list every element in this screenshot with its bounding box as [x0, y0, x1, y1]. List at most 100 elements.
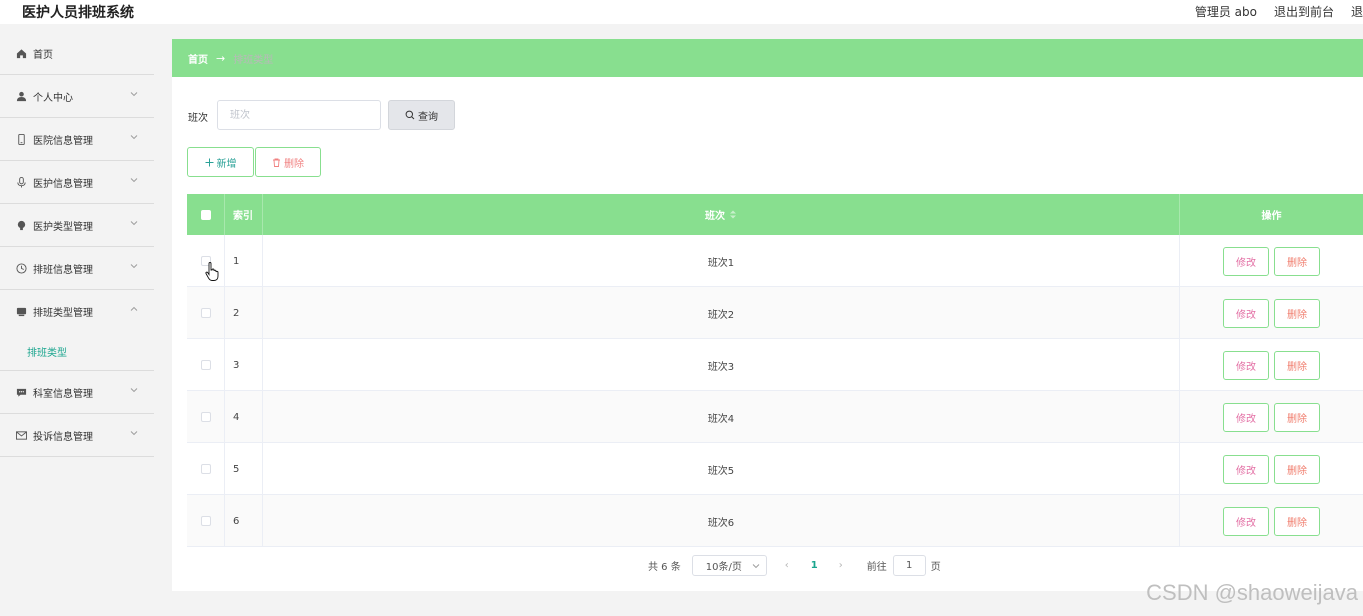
sidebar-item-department-info[interactable]: 科室信息管理 [0, 371, 154, 414]
sidebar-item-hospital-info[interactable]: 医院信息管理 [0, 118, 154, 161]
row-name: 班次4 [263, 391, 1180, 443]
header-index: 索引 [225, 194, 263, 235]
top-header: 医护人员排班系统 管理员 abo 退出到前台 退 [0, 0, 1363, 24]
row-actions: 修改 删除 [1180, 235, 1363, 287]
row-index: 1 [225, 235, 263, 287]
logout-link[interactable]: 退 [1351, 3, 1363, 20]
chevron-down-icon [130, 431, 138, 436]
breadcrumb-current: 排班类型 [233, 54, 274, 66]
delete-button[interactable]: 删除 [1274, 350, 1320, 380]
edit-button[interactable]: 修改 [1223, 350, 1269, 380]
row-name: 班次3 [263, 339, 1180, 391]
sidebar-item-label: 排班类型管理 [33, 308, 93, 319]
search-button-label: 查询 [418, 111, 438, 123]
next-page-button[interactable]: › [839, 560, 843, 571]
goto-label: 前往 [866, 562, 887, 573]
row-name: 班次1 [263, 235, 1180, 287]
plus-icon [205, 158, 213, 166]
delete-button[interactable]: 删除 [1274, 454, 1320, 484]
search-input[interactable] [217, 100, 381, 130]
row-index: 3 [225, 339, 263, 391]
exit-to-front-link[interactable]: 退出到前台 [1274, 3, 1334, 20]
breadcrumb-arrow: → [216, 51, 226, 65]
trash-icon [273, 158, 280, 167]
delete-button[interactable]: 删除 [1274, 402, 1320, 432]
row-checkbox[interactable] [200, 360, 211, 370]
sort-icon[interactable] [729, 210, 737, 219]
chevron-down-icon [752, 564, 760, 569]
chevron-down-icon [130, 221, 138, 226]
row-checkbox[interactable] [200, 308, 211, 318]
edit-button[interactable]: 修改 [1223, 454, 1269, 484]
clock-icon [15, 262, 27, 274]
chevron-down-icon [130, 264, 138, 269]
add-button[interactable]: 新增 [187, 147, 254, 177]
sidebar-item-complaint-info[interactable]: 投诉信息管理 [0, 414, 154, 457]
header-operation: 操作 [1261, 211, 1282, 222]
lightbulb-icon [15, 219, 27, 231]
goto-page-input[interactable] [892, 555, 926, 576]
prev-page-button[interactable]: ‹ [785, 560, 789, 571]
table-row: 4 班次4 修改 删除 [187, 391, 1363, 443]
table-row: 1 班次1 修改 删除 [187, 235, 1363, 287]
row-index: 5 [225, 443, 263, 495]
batch-delete-button[interactable]: 删除 [255, 147, 321, 177]
sidebar-item-label: 医护类型管理 [33, 221, 93, 233]
row-actions: 修改 删除 [1180, 443, 1363, 495]
phone-icon [15, 133, 27, 145]
row-name: 班次5 [263, 443, 1180, 495]
header-name-label: 班次 [705, 211, 725, 222]
batch-delete-button-label: 删除 [284, 158, 304, 170]
edit-button[interactable]: 修改 [1223, 402, 1269, 432]
pagination: 共 6 条 10条/页 ‹ 1 › 前往 页 [648, 555, 941, 576]
delete-button[interactable]: 删除 [1274, 246, 1320, 276]
table-row: 2 班次2 修改 删除 [187, 287, 1363, 339]
sidebar-item-schedule-type[interactable]: 排班类型管理 [0, 290, 154, 333]
pagination-total: 共 6 条 [648, 562, 681, 573]
row-checkbox[interactable] [200, 464, 211, 474]
user-icon [15, 90, 27, 102]
edit-button[interactable]: 修改 [1223, 298, 1269, 328]
search-button[interactable]: 查询 [388, 100, 455, 130]
microphone-icon [15, 176, 27, 188]
sidebar-item-medical-staff[interactable]: 医护信息管理 [0, 161, 154, 204]
row-name: 班次6 [263, 495, 1180, 547]
select-all-checkbox[interactable] [200, 209, 211, 220]
breadcrumb-home[interactable]: 首页 [188, 51, 208, 66]
admin-user-link[interactable]: 管理员 abo [1195, 3, 1257, 20]
edit-button[interactable]: 修改 [1223, 506, 1269, 536]
sidebar-item-label: 个人中心 [33, 92, 73, 104]
row-checkbox[interactable] [200, 412, 211, 422]
delete-button[interactable]: 删除 [1274, 506, 1320, 536]
breadcrumb: 首页 → 排班类型 [172, 39, 1363, 77]
page-number-current[interactable]: 1 [811, 560, 818, 571]
sidebar-item-label: 医院信息管理 [33, 135, 93, 147]
page-size-value: 10条/页 [705, 562, 742, 573]
header-name[interactable]: 班次 [263, 194, 1180, 235]
watermark: CSDN @shaoweijava [1146, 580, 1358, 605]
monitor-icon [15, 306, 27, 318]
edit-button[interactable]: 修改 [1223, 246, 1269, 276]
row-actions: 修改 删除 [1180, 287, 1363, 339]
app-title: 医护人员排班系统 [22, 5, 134, 21]
row-index: 6 [225, 495, 263, 547]
sidebar-item-medical-type[interactable]: 医护类型管理 [0, 204, 154, 247]
home-icon [15, 47, 27, 59]
main-content: 首页 → 排班类型 班次 查询 新增 删除 索引 班次 操作 1 [172, 39, 1363, 591]
sidebar-item-schedule-info[interactable]: 排班信息管理 [0, 247, 154, 290]
delete-button[interactable]: 删除 [1274, 298, 1320, 328]
chevron-down-icon [130, 178, 138, 183]
hand-cursor-icon [205, 262, 219, 281]
page-size-select[interactable]: 10条/页 [691, 555, 767, 576]
schedule-type-table: 索引 班次 操作 1 班次1 修改 删除 2 班次2 修改 删除 3 班次3 修… [187, 194, 1363, 547]
sidebar: 首页 个人中心 医院信息管理 医护信息管理 医护类型管理 排班信息管理 排班类型… [0, 32, 154, 616]
row-checkbox-cell [187, 339, 225, 391]
row-checkbox[interactable] [200, 516, 211, 526]
sidebar-item-label: 首页 [33, 49, 53, 61]
sidebar-item-label: 排班信息管理 [33, 264, 93, 276]
row-checkbox-cell [187, 287, 225, 339]
sidebar-subitem-schedule-type[interactable]: 排班类型 [0, 333, 154, 371]
sidebar-item-personal-center[interactable]: 个人中心 [0, 75, 154, 118]
row-actions: 修改 删除 [1180, 495, 1363, 547]
sidebar-item-home[interactable]: 首页 [0, 32, 154, 75]
